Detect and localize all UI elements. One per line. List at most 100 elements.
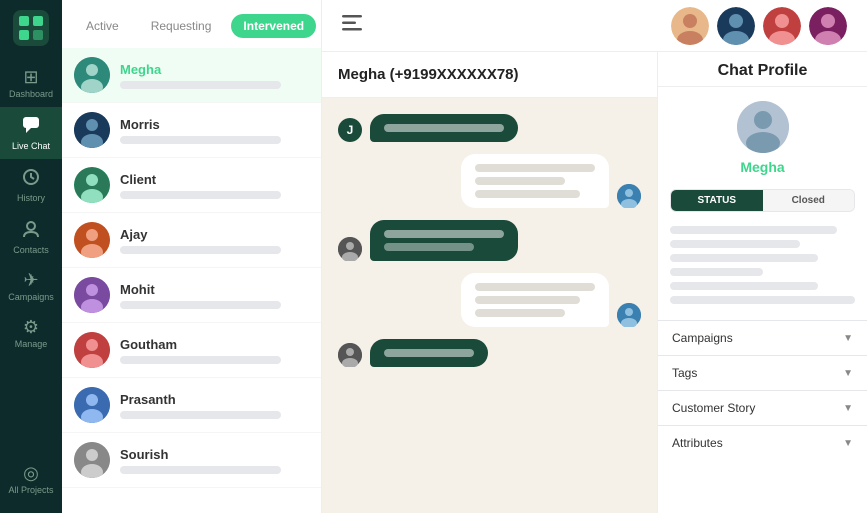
profile-title: Chat Profile <box>658 52 867 87</box>
avatar <box>74 57 110 93</box>
chevron-down-icon: ▼ <box>843 438 853 449</box>
message-lines <box>475 283 595 317</box>
profile-info <box>658 218 867 312</box>
chat-window: Megha (+9199XXXXXX78) J <box>322 52 657 513</box>
message-line <box>475 177 565 185</box>
profile-panel: Chat Profile Megha STATUS Closed <box>657 52 867 513</box>
chat-item-preview <box>120 191 281 199</box>
avatar <box>74 387 110 423</box>
avatar <box>74 112 110 148</box>
sidebar-item-live-chat[interactable]: Live Chat <box>0 107 62 159</box>
info-line <box>670 296 855 304</box>
accordion-tags[interactable]: Tags ▼ <box>658 355 867 390</box>
message-lines <box>384 230 504 251</box>
chat-item-info: Sourish <box>120 447 309 474</box>
message-line <box>475 296 580 304</box>
accordion-customer-story[interactable]: Customer Story ▼ <box>658 390 867 425</box>
chat-item-preview <box>120 356 281 364</box>
message-lines <box>384 124 504 132</box>
message-row <box>338 154 641 208</box>
message-bubble-sent <box>370 220 518 261</box>
sidebar-item-history[interactable]: History <box>0 159 62 211</box>
accordion-attributes[interactable]: Attributes ▼ <box>658 425 867 460</box>
chat-item-preview <box>120 411 281 419</box>
chevron-down-icon: ▼ <box>843 403 853 414</box>
profile-avatar <box>737 101 789 153</box>
manage-icon: ⚙ <box>23 318 39 336</box>
accordion-campaigns[interactable]: Campaigns ▼ <box>658 320 867 355</box>
top-avatar-4[interactable] <box>809 7 847 45</box>
avatar <box>74 442 110 478</box>
message-avatar: J <box>338 118 362 142</box>
avatar <box>74 167 110 203</box>
list-item[interactable]: Sourish <box>62 433 321 488</box>
chevron-down-icon: ▼ <box>843 333 853 344</box>
chat-item-preview <box>120 81 281 89</box>
message-avatar <box>338 237 362 261</box>
list-item[interactable]: Morris <box>62 103 321 158</box>
chat-list: Megha Morris Client <box>62 48 321 513</box>
sidebar: ⊞ Dashboard Live Chat History Contacts ✈… <box>0 0 62 513</box>
info-line <box>670 268 763 276</box>
top-bar <box>322 0 867 52</box>
sidebar-item-manage[interactable]: ⚙ Manage <box>0 310 62 357</box>
chat-messages: J <box>322 98 657 513</box>
chat-item-name: Client <box>120 172 309 187</box>
message-line <box>475 190 580 198</box>
info-line <box>670 254 818 262</box>
sidebar-item-all-projects[interactable]: ◎ All Projects <box>0 456 62 503</box>
list-item[interactable]: Goutham <box>62 323 321 378</box>
content-area: Megha (+9199XXXXXX78) J <box>322 52 867 513</box>
top-avatar-3[interactable] <box>763 7 801 45</box>
sidebar-item-dashboard[interactable]: ⊞ Dashboard <box>0 60 62 107</box>
message-line <box>475 164 595 172</box>
hamburger-icon[interactable] <box>342 15 362 36</box>
info-line <box>670 240 800 248</box>
all-projects-icon: ◎ <box>23 464 39 482</box>
message-bubble-received <box>461 273 609 327</box>
message-bubble-sent <box>370 114 518 142</box>
status-btn-value[interactable]: Closed <box>763 190 855 211</box>
chat-item-preview <box>120 301 281 309</box>
list-item[interactable]: Ajay <box>62 213 321 268</box>
chat-item-info: Prasanth <box>120 392 309 419</box>
logo <box>13 10 49 46</box>
chat-icon <box>21 115 41 138</box>
top-avatar-1[interactable] <box>671 7 709 45</box>
avatar <box>74 277 110 313</box>
tab-active[interactable]: Active <box>74 14 131 38</box>
sidebar-item-contacts[interactable]: Contacts <box>0 211 62 263</box>
list-item[interactable]: Client <box>62 158 321 213</box>
list-item[interactable]: Mohit <box>62 268 321 323</box>
message-line <box>384 243 474 251</box>
top-bar-left <box>342 15 362 36</box>
message-row <box>338 339 641 367</box>
list-item[interactable]: Prasanth <box>62 378 321 433</box>
top-avatar-2[interactable] <box>717 7 755 45</box>
sidebar-item-campaigns[interactable]: ✈ Campaigns <box>0 263 62 310</box>
tab-requesting[interactable]: Requesting <box>139 14 224 38</box>
chat-item-preview <box>120 136 281 144</box>
message-line <box>384 349 474 357</box>
dashboard-icon: ⊞ <box>23 68 38 86</box>
message-avatar <box>338 343 362 367</box>
chat-item-info: Morris <box>120 117 309 144</box>
list-item[interactable]: Megha <box>62 48 321 103</box>
tab-intervened[interactable]: Intervened <box>231 14 316 38</box>
chat-item-name: Prasanth <box>120 392 309 407</box>
chat-item-name: Morris <box>120 117 309 132</box>
avatar <box>74 332 110 368</box>
chat-window-header: Megha (+9199XXXXXX78) <box>322 52 657 98</box>
chat-list-panel: Active Requesting Intervened Megha Morri… <box>62 0 322 513</box>
status-btn-label[interactable]: STATUS <box>671 190 763 211</box>
chevron-down-icon: ▼ <box>843 368 853 379</box>
message-lines <box>475 164 595 198</box>
campaigns-icon: ✈ <box>23 271 38 289</box>
chat-item-preview <box>120 246 281 254</box>
message-row: J <box>338 114 641 142</box>
message-lines <box>384 349 474 357</box>
history-icon <box>21 167 41 190</box>
chat-item-info: Megha <box>120 62 309 89</box>
profile-name: Megha <box>740 159 784 175</box>
chat-list-header: Active Requesting Intervened <box>62 0 321 48</box>
